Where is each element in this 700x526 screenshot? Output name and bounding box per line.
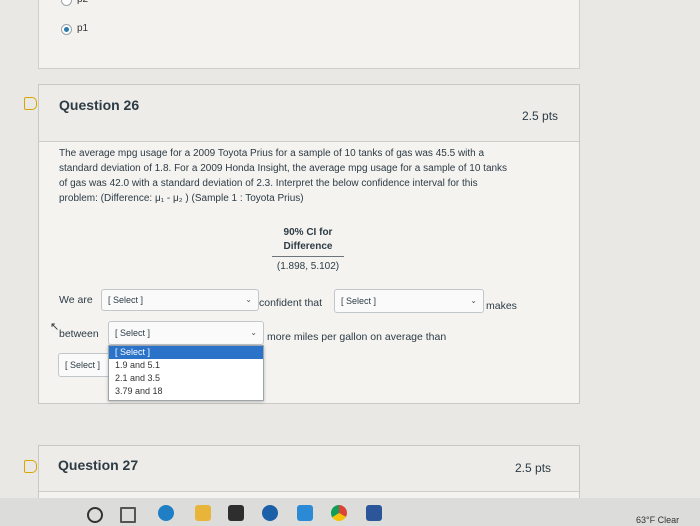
question-27-points: 2.5 pts [515, 461, 552, 475]
question-text-line: of gas was 42.0 with a standard deviatio… [59, 178, 478, 189]
interval-select-value: [ Select ] [115, 328, 151, 338]
ci-value: (1.898, 5.102) [276, 261, 340, 272]
edge-browser-icon[interactable] [158, 505, 174, 521]
taskbar [0, 498, 700, 526]
question-text-line: The average mpg usage for a 2009 Toyota … [59, 148, 485, 159]
chevron-down-icon: ⌄ [245, 295, 252, 305]
interval-select[interactable]: [ Select ] ⌄ [108, 321, 264, 345]
mouse-cursor-icon: ↖ [50, 321, 60, 333]
question-text-line: standard deviation of 1.8. For a 2009 Ho… [59, 163, 508, 174]
word-icon[interactable] [366, 505, 382, 521]
population-select-1-value: [ Select ] [341, 296, 377, 306]
option-p2-label: p2 [77, 0, 88, 5]
chevron-down-icon: ⌄ [470, 296, 477, 306]
task-view-icon[interactable] [120, 507, 136, 523]
previous-question-card [38, 0, 580, 69]
more-miles-label: more miles per gallon on average than [267, 331, 447, 343]
dropdown-option[interactable]: 1.9 and 5.1 [109, 359, 263, 372]
we-are-label: We are [59, 294, 93, 306]
interval-dropdown-list: [ Select ] 1.9 and 5.1 2.1 and 3.5 3.79 … [108, 345, 264, 401]
ci-table: 90% CI for Difference (1.898, 5.102) [268, 226, 348, 274]
question-27-title: Question 27 [58, 457, 139, 473]
population-select-2-value: [ Select ] [65, 360, 101, 370]
question-26-body: The average mpg usage for a 2009 Toyota … [59, 146, 569, 206]
makes-label: makes [486, 300, 517, 312]
mail-icon[interactable] [297, 505, 313, 521]
ci-divider [272, 256, 344, 257]
search-icon[interactable] [87, 507, 103, 523]
flag-question-27-icon[interactable] [24, 460, 37, 473]
option-p1-radio[interactable] [61, 24, 72, 35]
flag-question-26-icon[interactable] [24, 97, 37, 110]
confidence-select-value: [ Select ] [108, 295, 144, 305]
question-text-line: problem: (Difference: μ₁ - μ₂ ) (Sample … [59, 193, 304, 204]
app-icon-blue[interactable] [262, 505, 278, 521]
ci-heading-1: 90% CI for [283, 227, 333, 238]
question-26-header [39, 85, 579, 142]
weather-status[interactable]: 63°F Clear [636, 515, 679, 525]
chrome-icon[interactable] [331, 505, 347, 521]
option-p1-label: p1 [77, 23, 89, 34]
question-26-title: Question 26 [59, 97, 140, 113]
file-explorer-icon[interactable] [195, 505, 211, 521]
population-select-1[interactable]: [ Select ] ⌄ [334, 289, 484, 313]
dropdown-option[interactable]: 2.1 and 3.5 [109, 372, 263, 385]
confidence-select[interactable]: [ Select ] ⌄ [101, 289, 259, 311]
dropdown-option[interactable]: 3.79 and 18 [109, 385, 263, 398]
dropdown-option[interactable]: [ Select ] [109, 346, 263, 359]
store-icon[interactable] [228, 505, 244, 521]
question-26-points: 2.5 pts [522, 109, 559, 123]
ci-heading-2: Difference [283, 241, 333, 252]
between-label: between [59, 328, 99, 340]
chevron-down-icon: ⌄ [250, 328, 257, 338]
confident-that-label: confident that [259, 297, 323, 309]
